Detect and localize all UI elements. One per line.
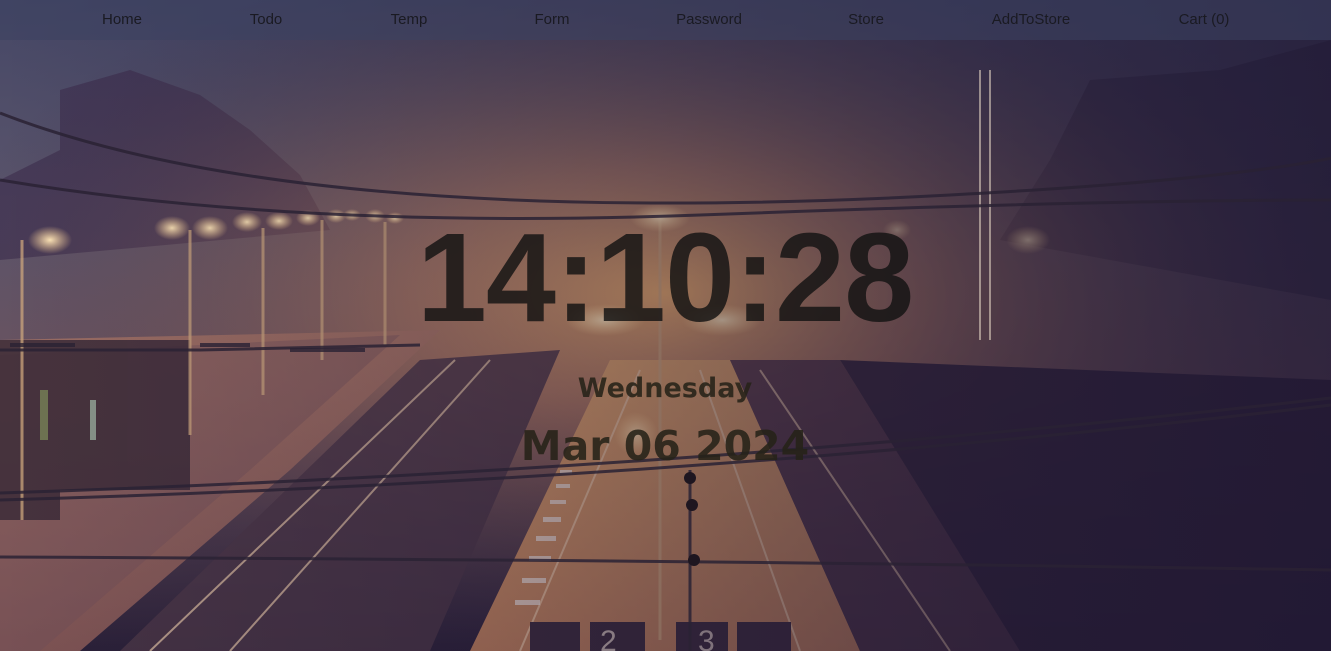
nav-link-store[interactable]: Store — [848, 0, 884, 40]
nav-link-add-to-store[interactable]: AddToStore — [992, 0, 1070, 40]
nav-link-todo[interactable]: Todo — [250, 0, 283, 40]
nav-link-password[interactable]: Password — [676, 0, 742, 40]
top-navbar: Home Todo Temp Form Password Store AddTo… — [0, 0, 1331, 40]
clock-page: 2 3 — [0, 0, 1331, 651]
nav-link-cart[interactable]: Cart (0) — [1179, 0, 1230, 40]
background-photo: 2 3 — [0, 0, 1331, 651]
nav-link-form[interactable]: Form — [535, 0, 570, 40]
nav-link-temp[interactable]: Temp — [391, 0, 428, 40]
nav-link-home[interactable]: Home — [102, 0, 142, 40]
